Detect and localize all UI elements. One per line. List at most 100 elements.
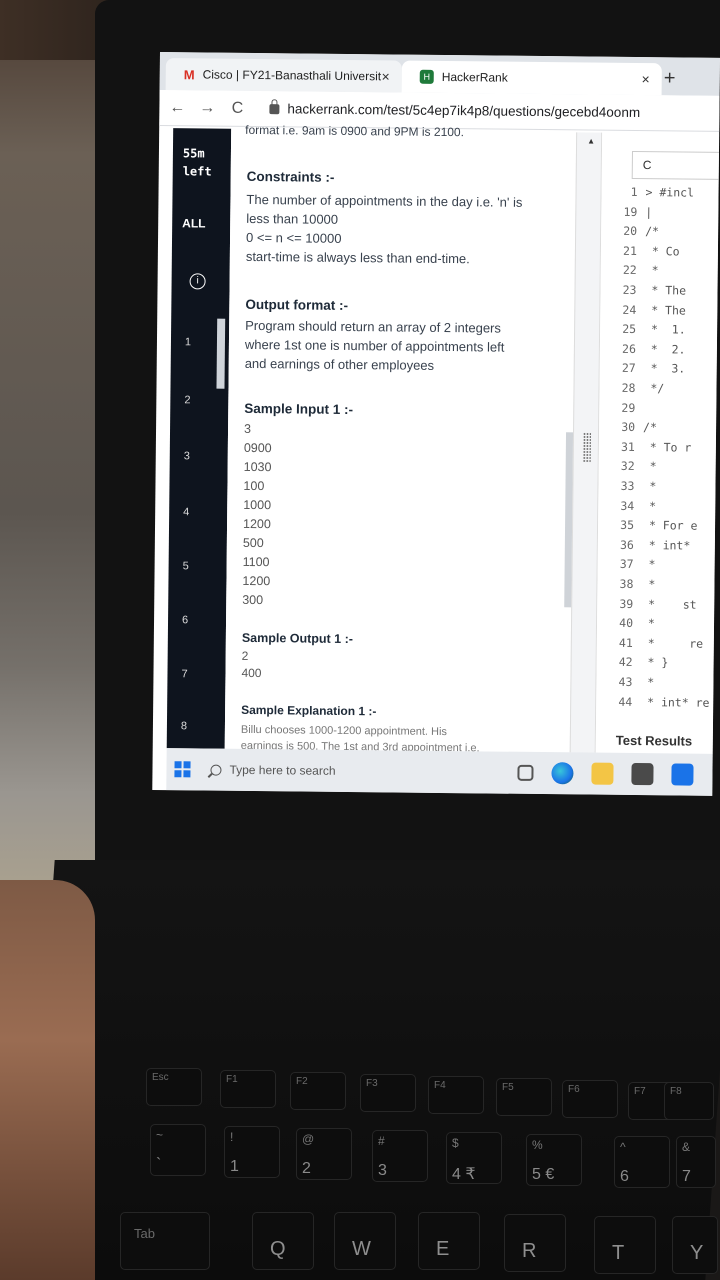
question-7[interactable]: 7 <box>181 668 187 680</box>
code-line[interactable]: * <box>642 479 656 493</box>
key-7[interactable]: & 7 <box>676 1136 716 1188</box>
task-view-icon[interactable] <box>517 764 534 781</box>
sample-explanation-section: Sample Explanation 1 :- Billu chooses 10… <box>240 702 480 755</box>
tab-label: Cisco | FY21-Banasthali Universit <box>202 67 382 84</box>
key-f2[interactable]: F2 <box>290 1072 346 1110</box>
tab-hackerrank[interactable]: H HackerRank × <box>401 60 662 96</box>
code-line[interactable]: * re <box>641 636 704 651</box>
code-line[interactable]: * <box>642 557 656 572</box>
line-number: 40 <box>619 616 634 631</box>
cut-off-line: format i.e. 9am is 0900 and 9PM is 2100. <box>245 122 465 140</box>
close-tab-icon[interactable]: × <box>641 71 649 87</box>
key-f5[interactable]: F5 <box>496 1078 552 1116</box>
line-number: 31 <box>620 439 635 454</box>
code-line[interactable]: * <box>642 499 656 513</box>
mail-icon[interactable] <box>671 763 694 786</box>
language-select[interactable]: C <box>631 150 720 180</box>
taskbar-search-input[interactable]: Type here to search <box>229 763 499 780</box>
code-line[interactable]: * <box>643 459 657 474</box>
key-esc[interactable]: Esc <box>146 1068 202 1106</box>
line-number: 36 <box>619 537 634 552</box>
tab-label: HackerRank <box>441 69 508 85</box>
test-results-tab[interactable]: Test Results <box>616 733 692 749</box>
question-5[interactable]: 5 <box>183 560 189 572</box>
key-tab[interactable]: Tab <box>120 1212 210 1270</box>
question-3[interactable]: 3 <box>184 450 190 462</box>
question-8[interactable]: 8 <box>181 720 187 732</box>
code-line[interactable]: * st <box>641 597 697 612</box>
line-number: 1 <box>630 184 638 200</box>
line-number: 25 <box>622 322 637 337</box>
line-number: 43 <box>618 674 633 689</box>
output-format-section: Output format :- Program should return a… <box>244 296 505 373</box>
question-6[interactable]: 6 <box>182 614 188 626</box>
laptop-screen: M Cisco | FY21-Banasthali Universit × H … <box>152 52 720 796</box>
scroll-up-icon[interactable]: ▲ <box>587 136 595 145</box>
key-backtick[interactable]: ~ ` <box>150 1124 206 1176</box>
drag-handle-icon[interactable] <box>582 432 592 463</box>
code-line[interactable]: * <box>641 616 655 630</box>
key-r[interactable]: R <box>504 1214 566 1272</box>
code-line[interactable]: * } <box>641 655 668 670</box>
key-5[interactable]: % 5 € <box>526 1134 582 1186</box>
key-f6[interactable]: F6 <box>562 1080 618 1118</box>
code-line[interactable]: /* <box>645 224 659 238</box>
question-1[interactable]: 1 <box>185 336 191 348</box>
code-line[interactable]: * To r <box>643 440 692 454</box>
line-number: 34 <box>620 498 635 513</box>
search-icon <box>210 764 222 776</box>
back-icon[interactable]: ← <box>165 99 189 117</box>
key-f1[interactable]: F1 <box>220 1070 276 1108</box>
url-input[interactable]: hackerrank.com/test/5c4ep7ik4p8/question… <box>287 101 640 120</box>
close-tab-icon[interactable]: × <box>381 68 389 84</box>
code-line[interactable]: */ <box>643 381 664 395</box>
key-1[interactable]: ! 1 <box>224 1126 280 1178</box>
new-tab-icon[interactable]: + <box>664 67 676 90</box>
key-f3[interactable]: F3 <box>360 1074 416 1112</box>
reload-icon[interactable]: C <box>225 99 249 117</box>
question-4[interactable]: 4 <box>183 506 189 518</box>
tab-cisco[interactable]: M Cisco | FY21-Banasthali Universit × <box>165 58 402 93</box>
key-3[interactable]: #3 <box>372 1130 428 1182</box>
code-line[interactable]: * int* re <box>640 695 709 710</box>
code-line[interactable]: | <box>645 205 652 219</box>
all-questions-button[interactable]: ALL <box>182 216 205 230</box>
edge-browser-icon[interactable] <box>551 762 574 785</box>
code-line[interactable]: * 3. <box>644 361 686 376</box>
line-number: 24 <box>622 302 637 317</box>
key-2[interactable]: @2 <box>296 1128 352 1180</box>
code-editor[interactable]: C 1 > #incl 19 | 20 /* 21 * Co 22 * 23 * The 24 *… <box>595 132 720 754</box>
windows-start-icon[interactable] <box>174 761 191 778</box>
key-6[interactable]: ^ 6 <box>614 1136 670 1188</box>
key-e[interactable]: E <box>418 1212 480 1270</box>
code-line[interactable]: * The <box>644 283 686 297</box>
code-line[interactable]: * <box>645 263 659 278</box>
key-4[interactable]: $4 ₹ <box>446 1132 502 1184</box>
code-line[interactable]: > #incl <box>645 185 694 200</box>
code-line[interactable]: /* <box>643 420 657 434</box>
key-q[interactable]: Q <box>252 1212 314 1270</box>
code-line[interactable]: * <box>641 577 655 591</box>
key-w[interactable]: W <box>334 1212 396 1270</box>
code-line[interactable]: * The <box>644 303 686 317</box>
code-line[interactable]: * int* <box>642 538 698 553</box>
browser-tab-bar: M Cisco | FY21-Banasthali Universit × H … <box>159 52 720 96</box>
windows-taskbar: Type here to search <box>166 748 713 796</box>
key-t[interactable]: T <box>594 1216 656 1274</box>
hackerrank-icon: H <box>419 69 434 84</box>
store-icon[interactable] <box>631 762 654 786</box>
code-line[interactable]: * 1. <box>644 322 686 336</box>
file-explorer-icon[interactable] <box>591 762 614 785</box>
key-f4[interactable]: F4 <box>428 1076 484 1114</box>
code-line[interactable]: * For e <box>642 518 698 533</box>
key-y[interactable]: Y <box>672 1216 718 1274</box>
line-number: 27 <box>621 361 636 376</box>
code-line[interactable]: * 2. <box>644 342 686 356</box>
code-line[interactable]: * Co <box>645 244 680 258</box>
forward-icon[interactable]: → <box>195 99 219 117</box>
key-f8[interactable]: F8 <box>664 1082 714 1120</box>
code-line[interactable]: * <box>640 675 654 689</box>
question-2[interactable]: 2 <box>184 394 190 406</box>
line-number: 44 <box>618 694 633 709</box>
info-icon[interactable]: i <box>189 273 206 290</box>
